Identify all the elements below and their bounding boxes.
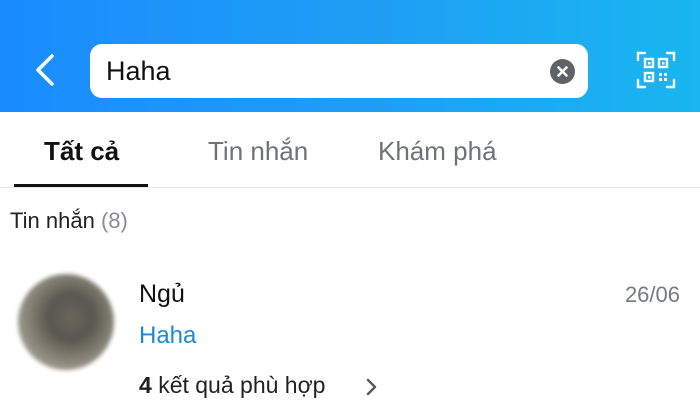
section-header: Tin nhắn (8) — [10, 208, 128, 234]
tab-messages[interactable]: Tin nhắn — [208, 112, 308, 188]
tab-explore[interactable]: Khám phá — [378, 112, 497, 188]
message-date: 26/06 — [624, 282, 680, 307]
message-snippet: Haha — [139, 322, 197, 349]
tab-all[interactable]: Tất cả — [44, 112, 119, 188]
search-bar — [90, 44, 588, 98]
clear-x-icon — [557, 66, 568, 77]
match-count: 4 — [139, 372, 152, 398]
clear-search-button[interactable] — [550, 59, 575, 84]
avatar — [18, 274, 114, 370]
contact-name: Ngủ — [139, 280, 185, 308]
section-title: Tin nhắn — [10, 208, 95, 233]
search-header — [0, 0, 700, 112]
message-result-row[interactable]: Ngủ 26/06 Haha 4 kết quả phù hợp — [0, 258, 700, 417]
search-input[interactable] — [106, 44, 536, 98]
back-button[interactable] — [26, 48, 66, 92]
match-text: kết quả phù hợp — [158, 372, 326, 398]
section-count: (8) — [100, 208, 128, 233]
chevron-right-icon — [366, 378, 377, 396]
qr-scan-button[interactable] — [636, 50, 676, 90]
tab-bar: Tất cả Tin nhắn Khám phá — [0, 112, 700, 188]
active-tab-indicator — [14, 184, 148, 187]
chevron-left-icon — [36, 54, 54, 86]
qr-code-icon — [636, 51, 676, 89]
matches-link[interactable]: 4 kết quả phù hợp — [139, 372, 325, 399]
